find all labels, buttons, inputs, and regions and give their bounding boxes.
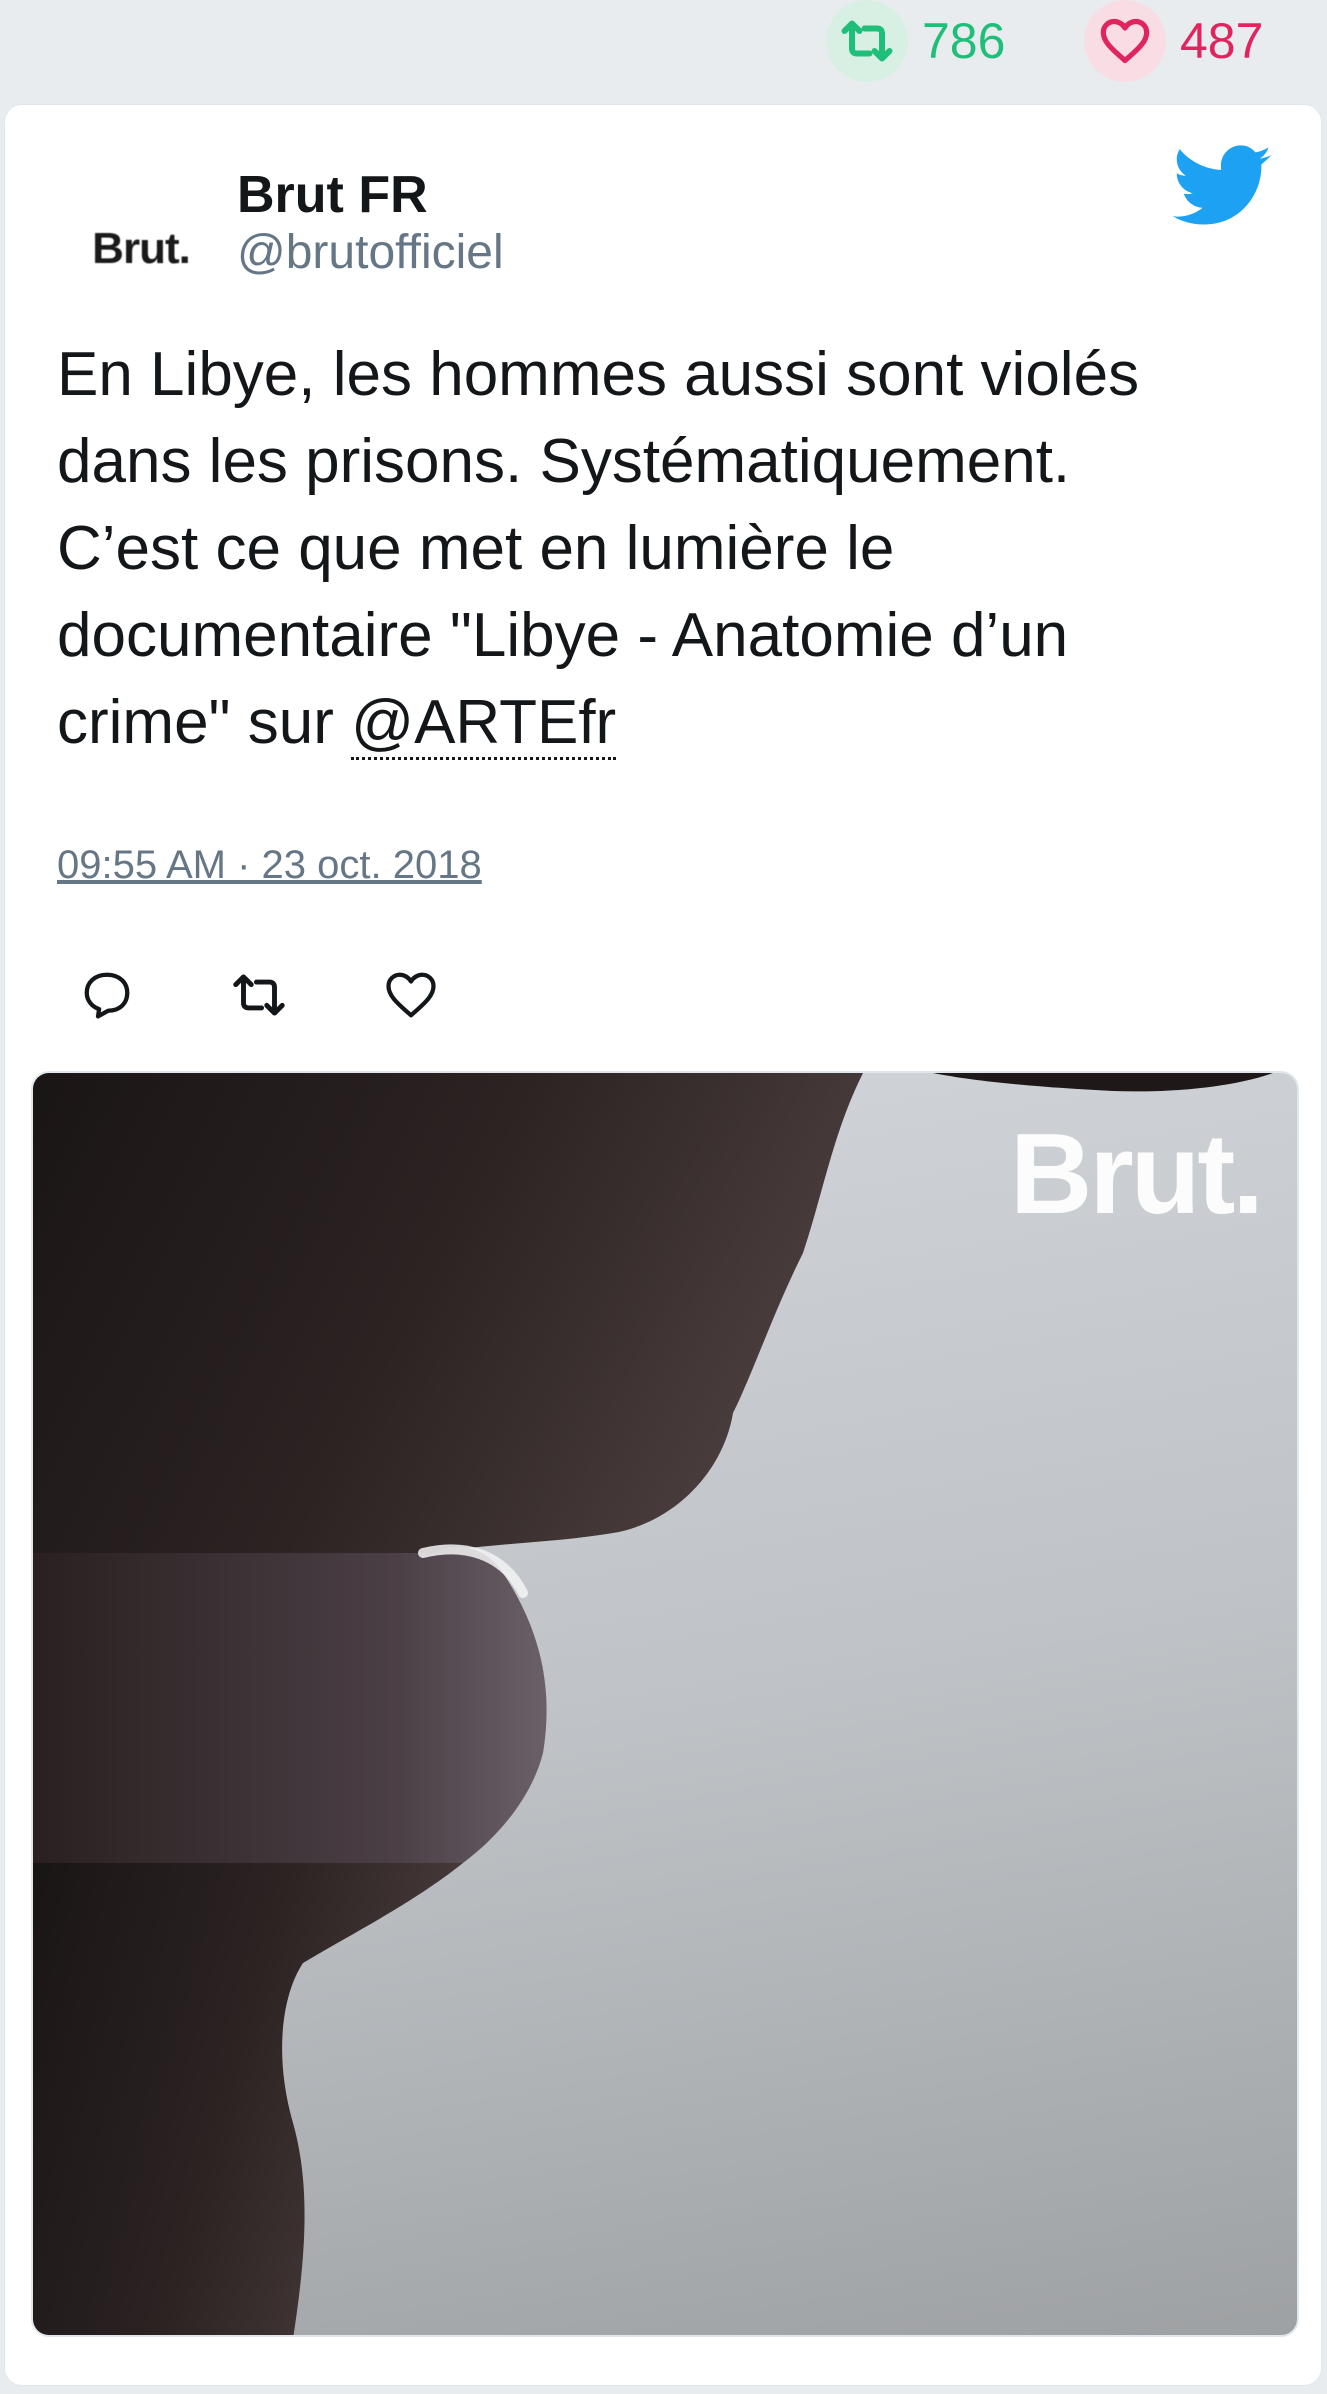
heart-icon	[386, 972, 436, 1018]
action-bar	[57, 945, 513, 1045]
reply-button[interactable]	[57, 945, 157, 1045]
tweet-media-image[interactable]: Brut.	[31, 1071, 1299, 2337]
face-profile-image	[33, 1073, 1273, 2335]
mention-link[interactable]: @ARTEfr	[351, 688, 617, 760]
author-handle[interactable]: @brutofficiel	[237, 225, 504, 280]
author-name[interactable]: Brut FR	[237, 165, 428, 225]
tweet-text-line: dans les prisons. Systématiquement.	[57, 427, 1071, 496]
like-count[interactable]: 487	[1084, 0, 1263, 82]
tweet-text-line: En Libye, les hommes aussi sont violés	[57, 340, 1140, 409]
heart-icon	[1084, 0, 1166, 82]
retweet-icon	[826, 0, 908, 82]
tweet-text-line: crime" sur	[57, 688, 352, 757]
retweet-count-value: 786	[922, 13, 1006, 69]
retweet-icon	[233, 974, 285, 1016]
retweet-count[interactable]: 786	[826, 0, 1005, 82]
reply-icon	[84, 972, 130, 1019]
brand-watermark: Brut.	[1010, 1111, 1264, 1238]
engagement-stats: 786 487	[0, 0, 1327, 84]
twitter-bird-icon[interactable]	[1173, 145, 1273, 229]
avatar[interactable]: Brut.	[57, 165, 225, 333]
retweet-button[interactable]	[209, 945, 309, 1045]
tweet-card: Brut. Brut FR @brutofficiel En Libye, le…	[4, 104, 1322, 2386]
tweet-timestamp[interactable]: 09:55 AM · 23 oct. 2018	[57, 843, 482, 888]
like-button[interactable]	[361, 945, 461, 1045]
like-count-value: 487	[1180, 13, 1264, 69]
tweet-text-line: documentaire "Libye - Anatomie d’un	[57, 601, 1069, 670]
tweet-text: En Libye, les hommes aussi sont violés d…	[57, 331, 1287, 766]
tweet-text-line: C’est ce que met en lumière le	[57, 514, 895, 583]
